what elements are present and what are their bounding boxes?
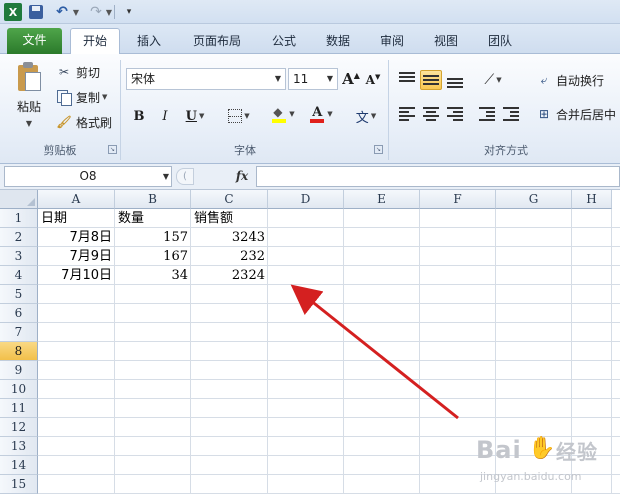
annotation-arrow — [290, 284, 459, 420]
watermark-brand: Bai — [476, 436, 522, 464]
baidu-watermark: Bai ✋ 经验 jingyan.baidu.com — [468, 432, 616, 490]
watermark-url: jingyan.baidu.com — [480, 470, 582, 483]
watermark-suffix: 经验 — [556, 440, 598, 464]
paw-icon: ✋ — [528, 436, 556, 461]
